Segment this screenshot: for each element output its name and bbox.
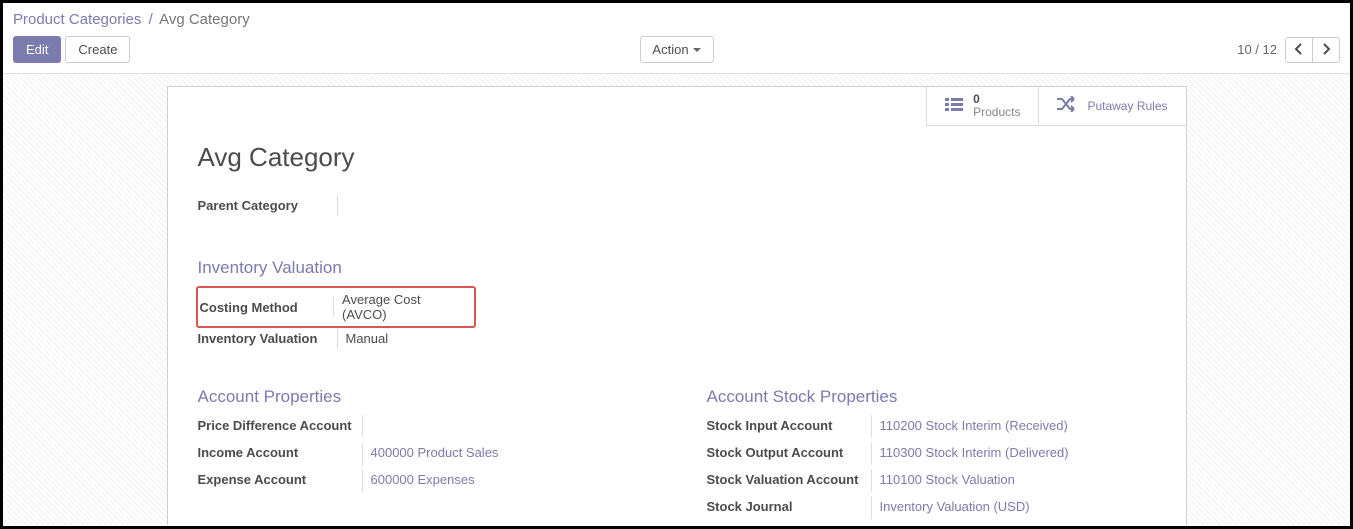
section-account-properties: Account Properties	[198, 387, 647, 407]
parent-category-label: Parent Category	[198, 195, 338, 216]
parent-category-value	[338, 203, 354, 209]
shuffle-icon	[1057, 96, 1077, 117]
pager-prev-button[interactable]	[1286, 38, 1312, 62]
stock-input-link[interactable]: 110200 Stock Interim (Received)	[880, 418, 1068, 433]
list-icon	[945, 96, 963, 117]
costing-method-label: Costing Method	[200, 297, 335, 318]
create-button[interactable]: Create	[65, 36, 130, 63]
pager-text: 10 / 12	[1237, 42, 1277, 57]
stat-products-button[interactable]: 0 Products	[927, 87, 1038, 125]
breadcrumb-sep: /	[149, 11, 153, 28]
page-title: Avg Category	[198, 142, 1156, 173]
stat-putaway-label: Putaway Rules	[1087, 99, 1167, 113]
stock-journal-label: Stock Journal	[707, 496, 872, 519]
expense-account-link[interactable]: 600000 Expenses	[371, 472, 475, 487]
income-account-label: Income Account	[198, 442, 363, 465]
section-account-stock-properties: Account Stock Properties	[707, 387, 1156, 407]
breadcrumb: Product Categories / Avg Category	[3, 3, 1350, 32]
toolbar: Edit Create Action 10 / 12	[3, 32, 1350, 74]
edit-button[interactable]: Edit	[13, 36, 61, 63]
chevron-left-icon	[1294, 43, 1304, 55]
expense-account-label: Expense Account	[198, 469, 363, 492]
section-inventory-valuation: Inventory Valuation	[198, 258, 1156, 278]
stock-valuation-link[interactable]: 110100 Stock Valuation	[880, 472, 1015, 487]
inventory-valuation-value: Manual	[338, 328, 397, 349]
breadcrumb-current: Avg Category	[159, 11, 250, 28]
stat-putaway-button[interactable]: Putaway Rules	[1038, 87, 1185, 125]
price-diff-value	[363, 415, 379, 421]
stat-products-label: Products	[973, 106, 1020, 119]
stock-journal-link[interactable]: Inventory Valuation (USD)	[880, 499, 1030, 514]
inventory-valuation-label: Inventory Valuation	[198, 328, 338, 349]
costing-method-value: Average Cost (AVCO)	[334, 289, 471, 325]
income-account-link[interactable]: 400000 Product Sales	[371, 445, 499, 460]
form-sheet: 0 Products Putaway Rules Avg Category Pa…	[167, 86, 1187, 525]
pager-nav	[1285, 37, 1340, 63]
chevron-right-icon	[1321, 43, 1331, 55]
price-diff-label: Price Difference Account	[198, 415, 363, 438]
stock-output-label: Stock Output Account	[707, 442, 872, 465]
action-label: Action	[652, 42, 688, 57]
stock-valuation-label: Stock Valuation Account	[707, 469, 872, 492]
stock-output-link[interactable]: 110300 Stock Interim (Delivered)	[880, 445, 1069, 460]
action-dropdown[interactable]: Action	[639, 36, 713, 63]
stock-input-label: Stock Input Account	[707, 415, 872, 438]
breadcrumb-root[interactable]: Product Categories	[13, 11, 141, 28]
caret-down-icon	[693, 48, 701, 52]
pager-next-button[interactable]	[1312, 38, 1339, 62]
costing-method-highlight: Costing Method Average Cost (AVCO)	[196, 286, 476, 328]
